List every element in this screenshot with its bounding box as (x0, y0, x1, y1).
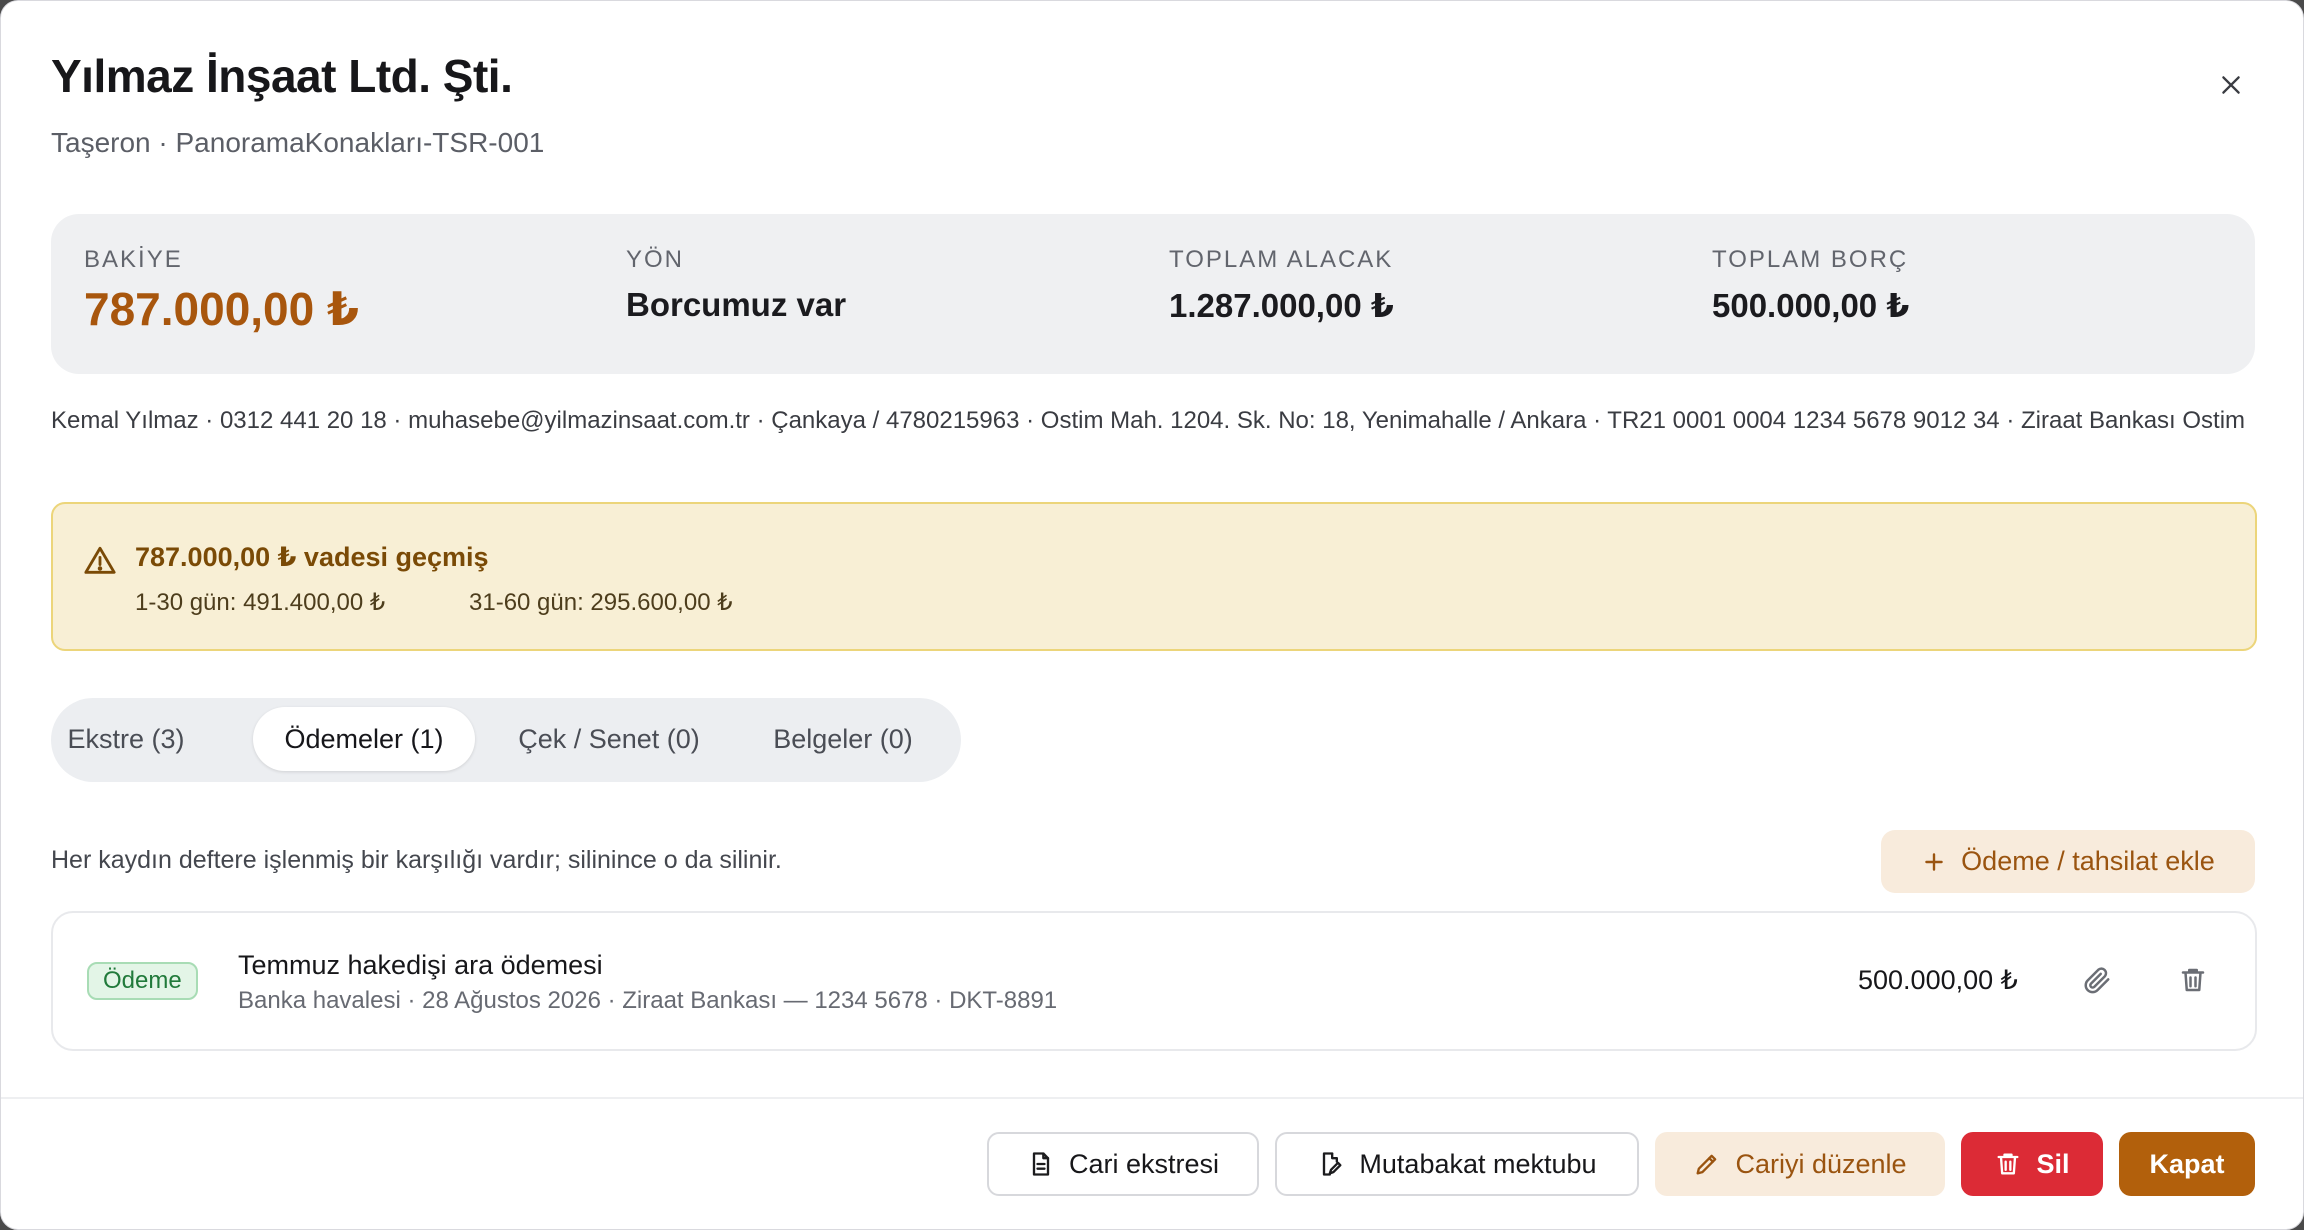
delete-account-button[interactable]: Sil (1961, 1132, 2103, 1196)
document-edit-icon (1323, 1152, 1342, 1176)
stat-balance-label: BAKİYE (84, 246, 183, 273)
stat-direction: YÖN Borcumuz var (626, 246, 846, 324)
close-modal-label: Kapat (2149, 1148, 2225, 1179)
overdue-alert-title: 787.000,00 ₺ vadesi geçmiş (135, 542, 489, 572)
attach-button[interactable] (2077, 960, 2117, 1000)
delete-account-label: Sil (2036, 1148, 2070, 1179)
add-payment-label: Ödeme / tahsilat ekle (1961, 846, 2215, 876)
delete-row-button[interactable] (2173, 960, 2213, 1000)
stat-total-credit: TOPLAM ALACAK 1.287.000,00 ₺ (1169, 246, 1394, 325)
edit-account-button[interactable]: Cariyi düzenle (1655, 1132, 1945, 1196)
document-icon (1032, 1152, 1050, 1176)
reconciliation-letter-label: Mutabakat mektubu (1359, 1148, 1597, 1179)
balance-summary: BAKİYE 787.000,00 ₺ YÖN Borcumuz var TOP… (51, 214, 2255, 374)
stat-total-debit-label: TOPLAM BORÇ (1712, 246, 1909, 273)
account-detail-modal: Yılmaz İnşaat Ltd. Şti. Taşeron · Panora… (0, 0, 2304, 1230)
payment-row: Ödeme Temmuz hakedişi ara ödemesi Banka … (51, 911, 2257, 1051)
payment-title: Temmuz hakedişi ara ödemesi (238, 950, 603, 980)
pencil-icon (1696, 1154, 1717, 1175)
add-payment-button[interactable]: Ödeme / tahsilat ekle (1881, 830, 2255, 893)
payment-details: Banka havalesi · 28 Ağustos 2026 · Ziraa… (238, 987, 1058, 1014)
overdue-bucket-1-30: 1-30 gün: 491.400,00 ₺ (135, 589, 386, 616)
contact-info: Kemal Yılmaz · 0312 441 20 18 · muhasebe… (51, 407, 2246, 434)
reconciliation-letter-button[interactable]: Mutabakat mektubu (1275, 1132, 1639, 1196)
close-button[interactable] (2207, 61, 2255, 109)
tab-statement[interactable]: Ekstre (3) (61, 707, 191, 771)
overdue-bucket-31-60: 31-60 gün: 295.600,00 ₺ (469, 589, 733, 616)
stat-total-credit-label: TOPLAM ALACAK (1169, 246, 1394, 273)
stat-total-credit-value: 1.287.000,00 ₺ (1169, 287, 1394, 324)
payment-amount: 500.000,00 ₺ (1858, 965, 2018, 995)
trash-icon (1997, 1153, 2019, 1175)
warning-icon (84, 546, 116, 574)
overdue-alert: 787.000,00 ₺ vadesi geçmiş 1-30 gün: 491… (51, 502, 2257, 651)
page-subtitle: Taşeron · PanoramaKonakları-TSR-001 (51, 127, 545, 158)
edit-account-label: Cariyi düzenle (1735, 1148, 1907, 1179)
stat-direction-label: YÖN (626, 246, 685, 273)
stat-balance: BAKİYE 787.000,00 ₺ (84, 246, 359, 336)
tab-documents[interactable]: Belgeler (0) (743, 707, 943, 771)
tab-checks-notes[interactable]: Çek / Senet (0) (499, 707, 719, 771)
close-modal-button[interactable]: Kapat (2119, 1132, 2255, 1196)
stat-total-debit-value: 500.000,00 ₺ (1712, 287, 1910, 324)
page-title: Yılmaz İnşaat Ltd. Şti. (51, 50, 513, 102)
trash-icon (2181, 968, 2205, 992)
statement-button-label: Cari ekstresi (1068, 1148, 1220, 1179)
tab-bar: Ekstre (3) Ödemeler (1) Çek / Senet (0) … (51, 698, 961, 782)
statement-button[interactable]: Cari ekstresi (987, 1132, 1259, 1196)
paperclip-icon (2084, 967, 2110, 994)
tab-payments[interactable]: Ödemeler (1) (253, 707, 475, 771)
stat-direction-value: Borcumuz var (626, 286, 847, 323)
plus-icon (1925, 852, 1943, 871)
stat-balance-value: 787.000,00 ₺ (84, 283, 360, 335)
payments-note: Her kaydın deftere işlenmiş bir karşılığ… (51, 846, 782, 874)
footer-divider (1, 1097, 2303, 1099)
stat-total-debit: TOPLAM BORÇ 500.000,00 ₺ (1712, 246, 1909, 325)
payment-type-badge: Ödeme (87, 962, 198, 1000)
close-icon (2222, 76, 2240, 94)
